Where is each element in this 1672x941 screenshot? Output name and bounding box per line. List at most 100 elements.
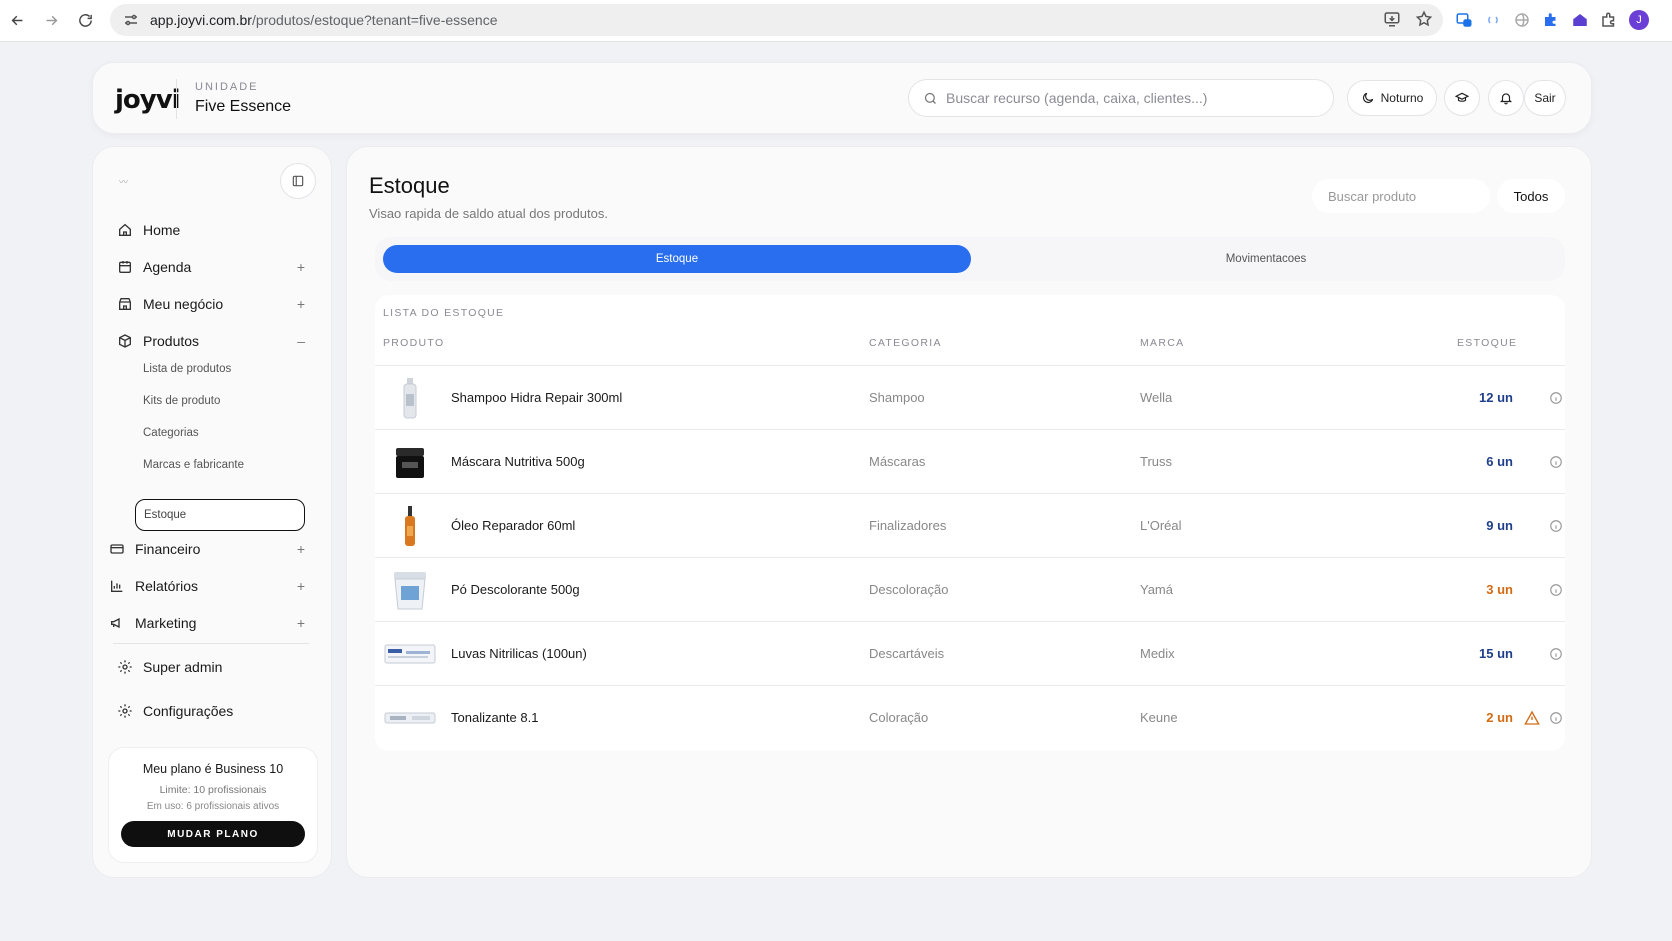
shampoo-bottle-icon [403,377,417,418]
collapse-sidebar-button[interactable] [280,163,316,199]
table-row[interactable]: Shampoo Hidra Repair 300ml Shampoo Wella… [375,365,1565,429]
sidebar-item-label: Agenda [143,259,192,275]
global-search-placeholder: Buscar recurso (agenda, caixa, clientes.… [946,90,1208,106]
sidebar-subitem-kits[interactable]: Kits de produto [143,395,220,407]
info-icon[interactable] [1549,391,1563,405]
sidebar-subitem-marcas[interactable]: Marcas e fabricante [143,459,244,471]
info-icon[interactable] [1549,711,1563,725]
extension-globe-icon[interactable] [1513,11,1531,29]
expand-toggle[interactable]: + [297,615,305,631]
plan-title: Meu plano é Business 10 [142,762,284,776]
arrow-left-icon [11,15,22,26]
app-header: joyvi UNIDADE Five Essence Buscar recurs… [92,62,1592,134]
table-row[interactable]: Tonalizante 8.1 Coloração Keune 2 un [375,685,1565,749]
column-header-produto: PRODUTO [383,337,445,349]
sidebar-subitem-estoque[interactable]: Estoque [135,499,305,531]
sidebar-item-home[interactable]: Home [117,217,309,243]
expand-toggle[interactable]: + [297,541,305,557]
extension-puzzle-blue-icon[interactable] [1542,11,1560,29]
back-button[interactable] [0,4,34,38]
joyvi-logo[interactable]: joyvi [115,85,181,115]
product-brand: Yamá [1140,582,1173,597]
product-brand: Wella [1140,390,1173,405]
graduation-cap-icon [1455,92,1469,102]
forward-button[interactable] [34,4,68,38]
product-name: Pó Descolorante 500g [451,582,580,597]
sidebar-subitem-categorias[interactable]: Categorias [143,427,199,439]
sidebar-item-meu-negocio[interactable]: Meu negócio + [117,291,309,317]
product-name: Máscara Nutritiva 500g [451,454,585,469]
academy-button[interactable] [1444,80,1480,116]
stock-quantity: 15 un [1479,646,1513,661]
table-row[interactable]: Óleo Reparador 60ml Finalizadores L'Oréa… [375,493,1565,557]
product-brand: Keune [1140,710,1178,725]
home-icon [119,223,131,236]
column-header-categoria: CATEGORIA [869,337,942,349]
reload-button[interactable] [68,4,102,38]
search-icon [924,92,936,104]
sidebar-item-agenda[interactable]: Agenda + [117,254,309,280]
logout-button[interactable]: Sair [1524,80,1566,116]
sidebar: 〰 Home Agenda + Meu negócio + Produtos –… [92,146,332,878]
sidebar-item-marketing[interactable]: Marketing + [109,610,309,636]
info-icon[interactable] [1549,455,1563,469]
expand-toggle[interactable]: + [297,578,305,594]
info-icon[interactable] [1549,583,1563,597]
table-row[interactable]: Pó Descolorante 500g Descoloração Yamá 3… [375,557,1565,621]
product-search-input[interactable]: Buscar produto [1312,179,1490,213]
extension-home-icon[interactable] [1571,11,1589,29]
stock-quantity: 12 un [1479,390,1513,405]
info-icon[interactable] [1549,647,1563,661]
tab-movimentacoes[interactable]: Movimentacoes [975,245,1557,273]
sidebar-subitem-lista-produtos[interactable]: Lista de produtos [143,363,231,375]
info-icon[interactable] [1549,519,1563,533]
sidebar-item-label: Home [143,222,181,238]
expand-toggle[interactable]: + [297,259,305,275]
stock-quantity: 3 un [1486,582,1513,597]
sidebar-item-produtos[interactable]: Produtos – [117,328,309,354]
sidebar-item-label: Marketing [135,615,197,631]
product-name: Tonalizante 8.1 [451,710,539,725]
night-mode-button[interactable]: Noturno [1347,80,1437,116]
sidebar-divider [113,643,309,644]
profile-avatar[interactable]: J [1629,10,1649,30]
table-row[interactable]: Luvas Nitrilicas (100un) Descartáveis Me… [375,621,1565,685]
sidebar-item-configuracoes[interactable]: Configurações [117,698,309,724]
warning-icon [1524,710,1540,725]
sidebar-item-super-admin[interactable]: Super admin [117,654,309,680]
sidebar-item-label: Super admin [143,659,223,675]
product-brand: Truss [1140,454,1173,469]
address-bar[interactable]: app.joyvi.com.br/produtos/estoque?tenant… [110,4,1443,36]
tab-estoque[interactable]: Estoque [383,245,971,273]
filter-select[interactable]: Todos [1497,179,1565,213]
extension-signal-icon[interactable] [1484,11,1502,29]
product-name: Luvas Nitrilicas (100un) [451,646,587,661]
extension-screen-icon[interactable] [1455,11,1473,29]
tab-bar: Estoque Movimentacoes [375,237,1565,281]
site-settings-icon[interactable] [122,11,140,29]
collapse-toggle[interactable]: – [297,333,305,349]
sidebar-item-label: Financeiro [135,541,201,557]
product-thumbnail [383,566,437,614]
bell-icon [1499,93,1513,105]
global-search-input[interactable]: Buscar recurso (agenda, caixa, clientes.… [908,79,1334,117]
change-plan-button[interactable]: MUDAR PLANO [121,821,305,847]
sidebar-item-relatorios[interactable]: Relatórios + [109,573,309,599]
arrow-right-icon [46,15,57,26]
url-path: /produtos/estoque?tenant=five-essence [251,12,498,28]
page-subtitle: Visao rapida de saldo atual dos produtos… [369,206,608,221]
calendar-icon [119,261,131,273]
extensions-icon[interactable] [1600,11,1618,29]
star-icon[interactable] [1415,10,1433,28]
notifications-button[interactable] [1488,80,1524,116]
expand-toggle[interactable]: + [297,296,305,312]
install-app-icon[interactable] [1383,10,1401,28]
page-title: Estoque [369,173,450,198]
url-domain: app.joyvi.com.br [150,12,252,28]
product-name: Shampoo Hidra Repair 300ml [451,390,623,405]
product-thumbnail [383,374,437,422]
toner-tube-icon [384,712,436,723]
sidebar-item-financeiro[interactable]: Financeiro + [109,536,309,562]
logo-divider [176,79,177,119]
table-row[interactable]: Máscara Nutritiva 500g Máscaras Truss 6 … [375,429,1565,493]
